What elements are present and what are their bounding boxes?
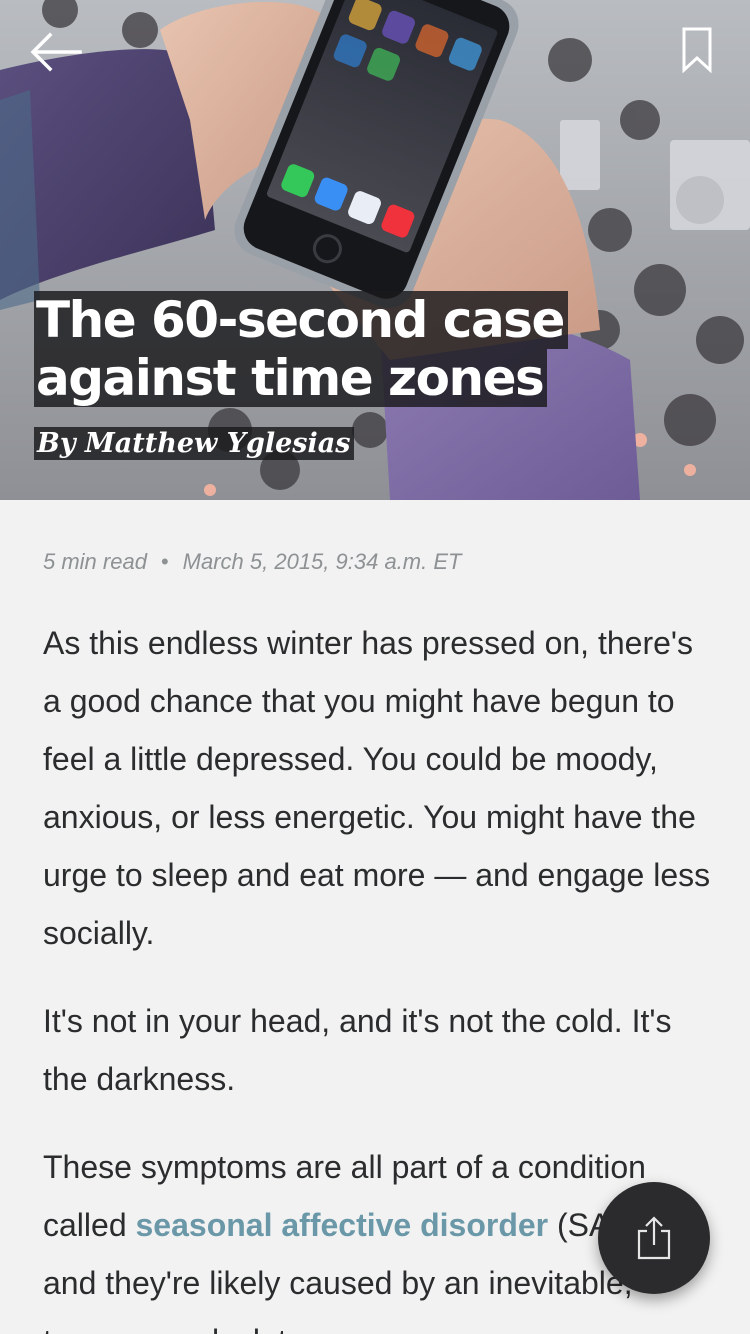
read-time: 5 min read [43, 549, 147, 574]
share-button[interactable] [598, 1182, 710, 1294]
back-button[interactable] [24, 24, 88, 80]
article-title-line-1: The 60-second case [34, 291, 568, 349]
bookmark-icon [682, 27, 712, 73]
article-title-line-2: against time zones [34, 349, 548, 407]
article-meta: 5 min read • March 5, 2015, 9:34 a.m. ET [43, 547, 461, 577]
share-icon [637, 1216, 671, 1260]
publish-date: March 5, 2015, 9:34 a.m. ET [182, 549, 462, 574]
arrow-left-icon [30, 32, 82, 72]
bookmark-button[interactable] [672, 20, 722, 80]
paragraph-2: It's not in your head, and it's not the … [43, 1003, 672, 1097]
meta-separator: • [160, 549, 169, 574]
seasonal-affective-disorder-link[interactable]: seasonal affective disorder [136, 1207, 549, 1243]
author-name[interactable]: By Matthew Yglesias [34, 427, 355, 460]
hero-image: The 60-second case against time zones By… [0, 0, 750, 500]
article-screen: The 60-second case against time zones By… [0, 0, 750, 1334]
article-title: The 60-second case against time zones [34, 291, 654, 407]
paragraph-1: As this endless winter has pressed on, t… [43, 625, 711, 951]
author-byline: By Matthew Yglesias [34, 425, 355, 463]
